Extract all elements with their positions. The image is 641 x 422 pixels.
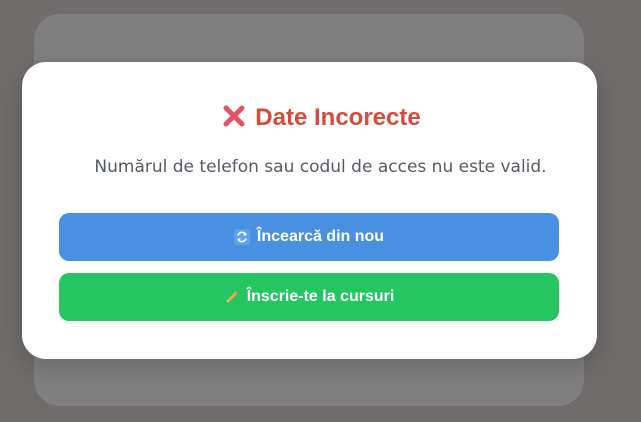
retry-button[interactable]: Încearcă din nou xyxy=(59,213,559,261)
modal-title-text: Date Incorecte xyxy=(255,104,421,131)
cross-mark-icon xyxy=(223,105,245,127)
retry-button-label: Încearcă din nou xyxy=(256,228,385,245)
pencil-icon xyxy=(225,290,238,303)
modal-title: Date Incorecte xyxy=(0,102,641,134)
refresh-icon xyxy=(233,229,250,245)
enroll-button[interactable]: Înscrie-te la cursuri xyxy=(59,273,559,321)
enroll-button-label: Înscrie-te la cursuri xyxy=(246,288,395,305)
modal-message: Numărul de telefon sau codul de acces nu… xyxy=(94,157,547,177)
